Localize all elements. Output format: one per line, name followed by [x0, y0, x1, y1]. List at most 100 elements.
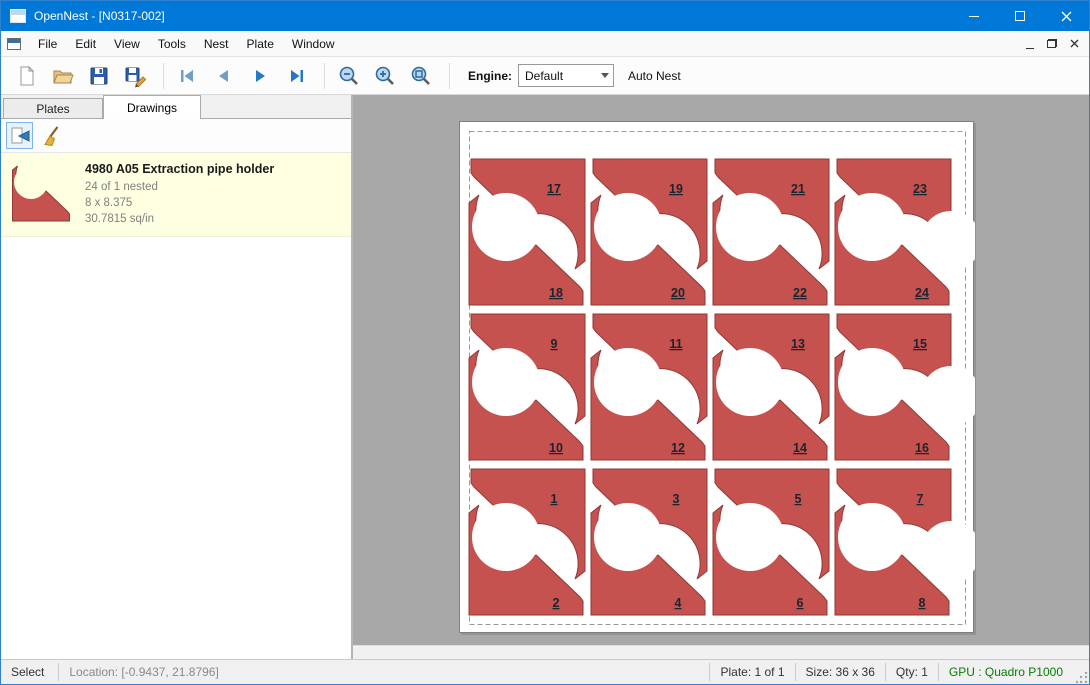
menu-tools[interactable]: Tools [149, 31, 195, 57]
drawing-list-item[interactable]: 4980 A05 Extraction pipe holder 24 of 1 … [1, 153, 351, 237]
sidebar: Plates Drawings [1, 95, 353, 659]
zoom-out-button[interactable] [333, 61, 365, 91]
menu-edit[interactable]: Edit [66, 31, 105, 57]
open-button[interactable] [47, 61, 79, 91]
part-number: 9 [551, 337, 558, 351]
minimize-button[interactable] [951, 1, 997, 31]
part-circular-notch [716, 193, 784, 261]
part-circular-notch [594, 503, 662, 571]
part-number: 4 [675, 596, 682, 610]
save-button[interactable] [83, 61, 115, 91]
app-window: OpenNest - [N0317-002] File Edit View To… [0, 0, 1090, 685]
nest-pair[interactable]: 1920 [591, 159, 707, 305]
nest-pair[interactable]: 11 12 [591, 314, 707, 460]
nest-pair[interactable]: 1718 [469, 159, 585, 305]
nest-pair[interactable]: 12 [469, 469, 585, 615]
part-circular-notch [838, 348, 906, 416]
zoom-fit-button[interactable] [405, 61, 437, 91]
save-icon [87, 64, 111, 88]
drawing-title: 4980 A05 Extraction pipe holder [85, 162, 274, 176]
nest-plate-svg: 171819202122232491011121314151612345678 [460, 122, 975, 634]
nest-pair[interactable]: 2122 [713, 159, 829, 305]
nest-pair[interactable]: 34 [591, 469, 707, 615]
zoom-fit-icon [409, 64, 433, 88]
part-number: 18 [549, 286, 563, 300]
engine-dropdown-button[interactable] [596, 65, 613, 86]
resize-grip[interactable] [1073, 660, 1089, 685]
engine-select[interactable]: Default [518, 64, 614, 87]
menu-plate[interactable]: Plate [238, 31, 283, 57]
save-as-button[interactable] [119, 61, 151, 91]
part-number: 13 [791, 337, 805, 351]
part-number: 24 [915, 286, 929, 300]
close-button[interactable] [1043, 1, 1089, 31]
tab-drawings[interactable]: Drawings [103, 95, 201, 119]
toolbar-separator [449, 63, 450, 89]
drawing-area: 30.7815 sq/in [85, 211, 274, 227]
menu-window[interactable]: Window [283, 31, 344, 57]
zoom-in-icon [373, 64, 397, 88]
part-circular-notch [594, 348, 662, 416]
tab-plates[interactable]: Plates [3, 98, 103, 119]
auto-nest-button[interactable]: Auto Nest [628, 69, 681, 83]
clean-drawings-button[interactable] [38, 122, 65, 149]
part-number: 11 [669, 337, 682, 351]
horizontal-scrollbar[interactable] [353, 645, 1089, 659]
drawings-toolbar [1, 119, 351, 153]
status-qty: Qty: 1 [886, 665, 938, 679]
new-file-icon [15, 64, 39, 88]
mdi-restore-button[interactable] [1041, 34, 1063, 54]
close-icon [1061, 11, 1072, 22]
maximize-button[interactable] [997, 1, 1043, 31]
part-number: 5 [795, 492, 802, 506]
replace-drawing-button[interactable] [6, 122, 33, 149]
next-plate-button[interactable] [244, 61, 276, 91]
nest-pair[interactable]: 9 10 [469, 314, 585, 460]
part-number: 23 [913, 182, 927, 196]
last-plate-button[interactable] [280, 61, 312, 91]
nest-canvas[interactable]: 171819202122232491011121314151612345678 [353, 95, 1089, 659]
next-arrow-icon [248, 64, 272, 88]
toolbar-separator [163, 63, 164, 89]
first-arrow-icon [176, 64, 200, 88]
menu-view[interactable]: View [105, 31, 149, 57]
maximize-icon [1015, 11, 1025, 21]
part-number: 2 [553, 596, 560, 610]
mdi-minimize-button[interactable] [1019, 34, 1041, 54]
mdi-close-button[interactable] [1063, 34, 1085, 54]
first-plate-button[interactable] [172, 61, 204, 91]
part-number: 10 [549, 441, 563, 455]
part-circular-notch [838, 503, 906, 571]
status-bar: Select Location: [-0.9437, 21.8796] Plat… [1, 659, 1089, 684]
part-number: 15 [913, 337, 927, 351]
status-size: Size: 36 x 36 [796, 665, 885, 679]
part-number: 1 [551, 492, 558, 506]
nest-pair[interactable]: 1314 [713, 314, 829, 460]
part-thumbnail-icon [11, 162, 71, 224]
zoom-in-button[interactable] [369, 61, 401, 91]
part-number: 7 [917, 492, 924, 506]
open-folder-icon [51, 64, 75, 88]
nest-pair[interactable]: 23 24 [835, 159, 975, 305]
previous-plate-button[interactable] [208, 61, 240, 91]
part-circular-notch [838, 193, 906, 261]
zoom-out-icon [337, 64, 361, 88]
title-bar: OpenNest - [N0317-002] [1, 1, 1089, 31]
nest-pair[interactable]: 1516 [835, 314, 975, 460]
app-icon [10, 9, 26, 23]
drawing-size: 8 x 8.375 [85, 195, 274, 211]
part-circular-notch [716, 348, 784, 416]
nest-pair[interactable]: 56 [713, 469, 829, 615]
plate[interactable]: 171819202122232491011121314151612345678 [459, 121, 974, 633]
resize-grip-icon [1076, 672, 1089, 685]
nest-pair[interactable]: 78 [835, 469, 975, 615]
save-edit-icon [123, 64, 147, 88]
engine-label: Engine: [468, 69, 512, 83]
part-number: 20 [671, 286, 685, 300]
part-number: 22 [793, 286, 807, 300]
new-button[interactable] [11, 61, 43, 91]
menu-file[interactable]: File [29, 31, 66, 57]
menu-nest[interactable]: Nest [195, 31, 238, 57]
part-number: 12 [671, 441, 685, 455]
mdi-close-icon [1070, 39, 1079, 48]
